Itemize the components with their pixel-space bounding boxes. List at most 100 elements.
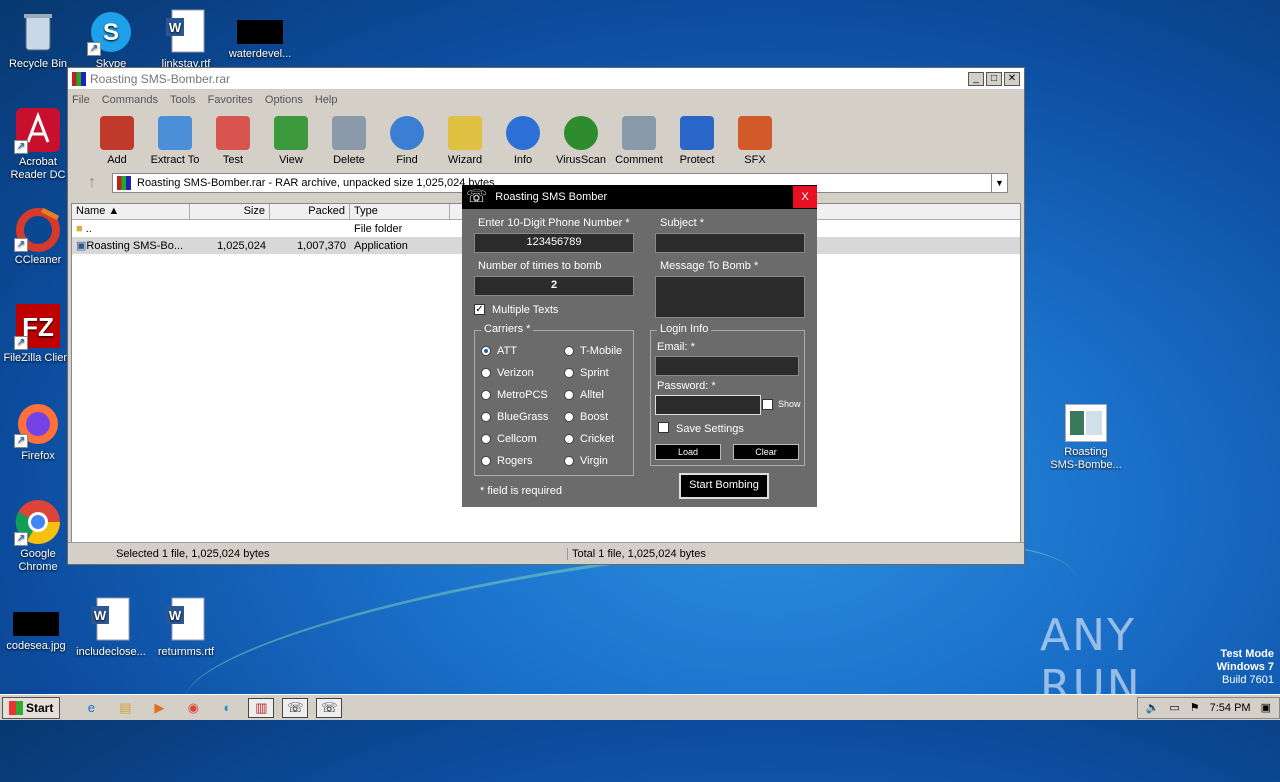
desktop-icon-roasting-sms-bomber[interactable]: Roasting SMS-Bombe... xyxy=(1050,404,1122,472)
desktop-icon-firefox[interactable]: ↗ Firefox xyxy=(0,400,76,463)
radio-label: MetroPCS xyxy=(497,389,548,401)
minimize-button[interactable]: _ xyxy=(968,71,984,86)
phone-taskbar-icon[interactable]: ☏ xyxy=(316,697,343,718)
network-icon[interactable]: ▭ xyxy=(1169,701,1179,714)
subject-input[interactable] xyxy=(655,233,805,253)
file-type: File folder xyxy=(354,222,403,235)
desktop-icon-ccleaner[interactable]: ↗ CCleaner xyxy=(0,204,76,267)
toolbar-test-button[interactable]: Test xyxy=(204,116,262,170)
desktop-icon-linkstay[interactable]: W linkstay.rtf xyxy=(148,8,224,71)
radio-virgin[interactable] xyxy=(564,456,574,466)
load-button[interactable]: Load xyxy=(655,444,721,460)
sms-bomber-dialog: ☏ Roasting SMS Bomber X Enter 10-Digit P… xyxy=(462,185,817,507)
maximize-button[interactable]: □ xyxy=(986,71,1002,86)
chrome-icon: ↗ xyxy=(14,498,62,546)
toolbar-view-button[interactable]: View xyxy=(262,116,320,170)
winrar-taskbar-icon[interactable]: ▥ xyxy=(248,697,275,718)
speaker-icon[interactable]: 🔈 xyxy=(1146,701,1160,714)
password-field[interactable] xyxy=(655,395,761,415)
desktop-icon-returnms[interactable]: W returnms.rtf xyxy=(148,596,224,659)
toolbar-info-button[interactable]: Info xyxy=(494,116,552,170)
desktop-icon-recycle-bin[interactable]: Recycle Bin xyxy=(0,8,76,71)
column-type[interactable]: Type xyxy=(350,204,450,219)
radio-verizon[interactable] xyxy=(481,368,491,378)
menu-commands[interactable]: Commands xyxy=(102,94,158,106)
desktop-icon-acrobat[interactable]: ↗ Acrobat Reader DC xyxy=(0,106,76,182)
close-button[interactable]: ✕ xyxy=(1004,71,1020,86)
ie-icon[interactable]: e xyxy=(78,698,104,718)
menu-options[interactable]: Options xyxy=(265,94,303,106)
desktop-icon-codesea[interactable]: codesea.jpg xyxy=(0,600,74,653)
column-size[interactable]: Size xyxy=(190,204,270,219)
winrar-titlebar[interactable]: Roasting SMS-Bomber.rar _ □ ✕ xyxy=(68,68,1024,90)
radio-label: Cellcom xyxy=(497,433,537,445)
svg-text:S: S xyxy=(103,19,119,46)
media-player-icon[interactable]: ▶ xyxy=(146,698,172,718)
word-document-icon: W xyxy=(87,596,135,644)
toolbar-comment-button[interactable]: Comment xyxy=(610,116,668,170)
times-input[interactable]: 2 xyxy=(474,276,634,296)
radio-att[interactable] xyxy=(481,346,491,356)
edge-icon[interactable]: ◐ xyxy=(214,698,240,718)
column-packed[interactable]: Packed xyxy=(270,204,350,219)
word-document-icon: W xyxy=(162,596,210,644)
radio-rogers[interactable] xyxy=(481,456,491,466)
toolbar-extract-button[interactable]: Extract To xyxy=(146,116,204,170)
flag-icon[interactable]: ⚑ xyxy=(1190,701,1200,714)
toolbar-add-button[interactable]: Add xyxy=(88,116,146,170)
show-desktop-icon[interactable]: ▣ xyxy=(1261,701,1271,714)
phone-taskbar-icon[interactable]: ☏ xyxy=(282,697,309,718)
column-name[interactable]: Name ▲ xyxy=(72,204,190,219)
show-password-checkbox[interactable] xyxy=(762,399,773,410)
menu-favorites[interactable]: Favorites xyxy=(208,94,253,106)
toolbar-find-button[interactable]: Find xyxy=(378,116,436,170)
menu-file[interactable]: File xyxy=(72,94,90,106)
menu-help[interactable]: Help xyxy=(315,94,338,106)
radio-metropcs[interactable] xyxy=(481,390,491,400)
radio-cricket[interactable] xyxy=(564,434,574,444)
radio-tmobile[interactable] xyxy=(564,346,574,356)
skype-icon: S ↗ xyxy=(87,8,135,56)
clear-button[interactable]: Clear xyxy=(733,444,799,460)
message-input[interactable] xyxy=(655,276,805,318)
status-bar: Selected 1 file, 1,025,024 bytes Total 1… xyxy=(68,542,1024,564)
email-field[interactable] xyxy=(655,356,799,376)
dialog-close-button[interactable]: X xyxy=(793,186,817,208)
radio-cellcom[interactable] xyxy=(481,434,491,444)
desktop-icon-chrome[interactable]: ↗ Google Chrome xyxy=(0,498,76,574)
desktop-icon-includeclose[interactable]: W includeclose... xyxy=(73,596,149,659)
menu-tools[interactable]: Tools xyxy=(170,94,196,106)
explorer-icon[interactable]: ▤ xyxy=(112,698,138,718)
status-selected: Selected 1 file, 1,025,024 bytes xyxy=(68,547,568,560)
desktop-icon-skype[interactable]: S ↗ Skype xyxy=(73,8,149,71)
chrome-icon[interactable]: ◉ xyxy=(180,698,206,718)
phone-input[interactable]: 123456789 xyxy=(474,233,634,253)
chevron-down-icon[interactable]: ▼ xyxy=(991,174,1007,192)
rar-archive-icon xyxy=(117,176,131,190)
up-arrow-icon[interactable]: ↑ xyxy=(72,174,112,192)
start-bombing-button[interactable]: Start Bombing xyxy=(679,473,769,499)
desktop-icon-filezilla[interactable]: FZ ↗ FileZilla Client xyxy=(0,302,76,365)
sfx-box-icon xyxy=(738,116,772,150)
save-settings-checkbox[interactable] xyxy=(658,422,669,433)
toolbar-sfx-button[interactable]: SFX xyxy=(726,116,784,170)
radio-boost[interactable] xyxy=(564,412,574,422)
file-name: ■ .. xyxy=(76,222,92,235)
radio-label: ATT xyxy=(497,345,517,357)
times-label: Number of times to bomb xyxy=(478,260,602,272)
radio-alltel[interactable] xyxy=(564,390,574,400)
toolbar-virusscan-button[interactable]: VirusScan xyxy=(552,116,610,170)
toolbar-wizard-button[interactable]: Wizard xyxy=(436,116,494,170)
shield-icon xyxy=(680,116,714,150)
dialog-titlebar[interactable]: ☏ Roasting SMS Bomber X xyxy=(462,185,817,209)
desktop-icon-waterdevel[interactable]: waterdevel... xyxy=(222,8,298,61)
multiple-texts-checkbox[interactable]: ✓ xyxy=(474,304,485,315)
start-button[interactable]: Start xyxy=(2,696,61,719)
clock[interactable]: 7:54 PM xyxy=(1210,702,1251,714)
radio-label: Boost xyxy=(580,411,609,423)
toolbar-protect-button[interactable]: Protect xyxy=(668,116,726,170)
radio-bluegrass[interactable] xyxy=(481,412,491,422)
book-icon xyxy=(274,116,308,150)
radio-sprint[interactable] xyxy=(564,368,574,378)
toolbar-delete-button[interactable]: Delete xyxy=(320,116,378,170)
